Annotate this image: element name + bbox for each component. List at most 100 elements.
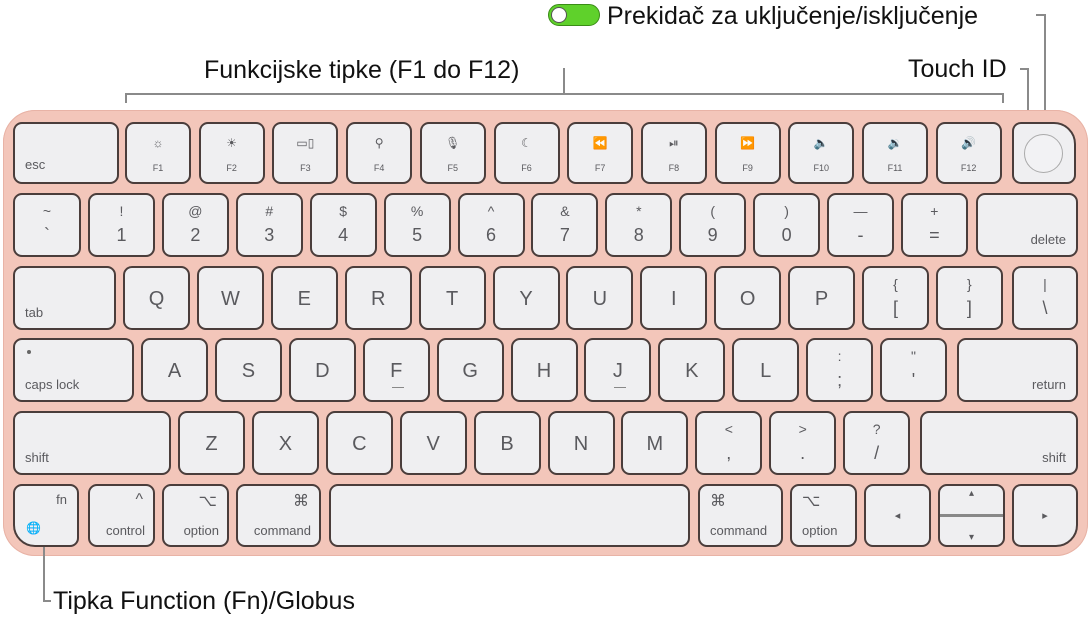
esc-key[interactable]: esc xyxy=(13,122,119,184)
h-key[interactable]: H xyxy=(510,338,578,402)
key-label: K xyxy=(685,360,699,382)
arrow-right-icon: ▸ xyxy=(1042,510,1048,522)
key-label: F8 xyxy=(668,163,680,173)
b-key[interactable]: B xyxy=(473,411,541,475)
--key[interactable]: ~ ` xyxy=(13,193,81,257)
x-key[interactable]: X xyxy=(251,411,319,475)
--key[interactable]: {[ xyxy=(862,266,929,330)
f2-key[interactable]: ☀ F2 xyxy=(198,122,265,184)
--key[interactable]: + = xyxy=(900,193,968,257)
--key[interactable]: " ' xyxy=(880,338,947,402)
p-key[interactable]: P xyxy=(788,266,856,330)
y-key[interactable]: Y xyxy=(492,266,560,330)
key-label: - xyxy=(857,225,864,245)
0-key[interactable]: ) 0 xyxy=(753,193,821,257)
function-icon: 🔈 xyxy=(813,136,829,150)
z-key[interactable]: Z xyxy=(178,411,245,475)
key-label: / xyxy=(874,443,880,463)
d-key[interactable]: D xyxy=(288,338,356,402)
key-label: [ xyxy=(892,298,898,318)
power-switch-icon xyxy=(548,4,600,26)
modifier-icon: ^ xyxy=(135,491,143,508)
key-label: D xyxy=(315,360,330,382)
f7-key[interactable]: ⏪ F7 xyxy=(567,122,634,184)
tab-key[interactable]: tab xyxy=(13,266,116,330)
3-key[interactable]: #3 xyxy=(235,193,303,257)
command-key[interactable]: ⌘ command xyxy=(698,484,783,547)
q-key[interactable]: Q xyxy=(123,266,190,330)
fn-key[interactable]: fn 🌐 xyxy=(13,484,79,547)
f11-key[interactable]: 🔉 F11 xyxy=(862,122,928,184)
2-key[interactable]: @2 xyxy=(161,193,229,257)
f3-key[interactable]: ▭▯ F3 xyxy=(272,122,339,184)
key-key[interactable]: ▸ xyxy=(1012,484,1078,547)
key-label: ; xyxy=(837,370,843,390)
v-key[interactable]: V xyxy=(399,411,467,475)
r-key[interactable]: R xyxy=(344,266,412,330)
4-key[interactable]: $4 xyxy=(309,193,377,257)
f8-key[interactable]: ⏯ F8 xyxy=(640,122,707,184)
key-shift-label: ? xyxy=(872,421,881,437)
key-label: fn xyxy=(56,492,67,507)
command-key[interactable]: ⌘ command xyxy=(236,484,321,547)
--key[interactable]: ? / xyxy=(843,411,911,475)
a-key[interactable]: A xyxy=(141,338,208,402)
5-key[interactable]: % 5 xyxy=(383,193,451,257)
bracket-center-tick xyxy=(563,68,565,94)
bracket-right-tick xyxy=(1002,93,1004,103)
key-label: F5 xyxy=(447,163,459,173)
f4-key[interactable]: ⚲ F4 xyxy=(346,122,413,184)
shift-key[interactable]: shift xyxy=(13,411,171,475)
e-key[interactable]: E xyxy=(270,266,338,330)
--key[interactable]: }] xyxy=(935,266,1003,330)
f5-key[interactable]: 🎙 F5 xyxy=(419,122,486,184)
--key[interactable]: :; xyxy=(806,338,874,402)
f-key[interactable]: F xyxy=(362,338,430,402)
control-key[interactable]: ^ control xyxy=(88,484,155,547)
g-key[interactable]: G xyxy=(436,338,504,402)
f10-key[interactable]: 🔈 F10 xyxy=(788,122,855,184)
1-key[interactable]: ! 1 xyxy=(88,193,155,257)
--key[interactable]: <, xyxy=(695,411,763,475)
delete-key[interactable]: delete xyxy=(976,193,1078,257)
c-key[interactable]: C xyxy=(325,411,393,475)
key-label: option xyxy=(802,523,838,538)
--key[interactable]: | \ xyxy=(1012,266,1078,330)
f1-key[interactable]: ☼ F1 xyxy=(125,122,191,184)
caps-lock-indicator xyxy=(27,350,31,354)
touch-id-key[interactable] xyxy=(1012,122,1076,184)
key-key[interactable]: ◂ xyxy=(864,484,931,547)
space-key[interactable] xyxy=(329,484,690,547)
l-key[interactable]: L xyxy=(732,338,800,402)
caps-lock-key[interactable]: caps lock xyxy=(13,338,134,402)
--key[interactable]: >. xyxy=(769,411,837,475)
9-key[interactable]: (9 xyxy=(679,193,747,257)
7-key[interactable]: & 7 xyxy=(531,193,599,257)
key-key[interactable]: ▴ ▾ xyxy=(938,484,1005,547)
u-key[interactable]: U xyxy=(566,266,634,330)
f12-key[interactable]: 🔊 F12 xyxy=(935,122,1002,184)
m-key[interactable]: M xyxy=(621,411,689,475)
t-key[interactable]: T xyxy=(418,266,486,330)
j-key[interactable]: J xyxy=(584,338,652,402)
option-key[interactable]: ⌥ option xyxy=(162,484,229,547)
option-key[interactable]: ⌥ option xyxy=(790,484,857,547)
i-key[interactable]: I xyxy=(640,266,708,330)
arrow-left-icon: ◂ xyxy=(894,510,901,522)
k-key[interactable]: K xyxy=(658,338,726,402)
--key[interactable]: — - xyxy=(827,193,894,257)
shift-key[interactable]: shift xyxy=(920,411,1078,475)
key-label: \ xyxy=(1042,298,1048,318)
n-key[interactable]: N xyxy=(547,411,615,475)
key-label: F10 xyxy=(813,163,830,173)
key-shift-label: $ xyxy=(339,203,348,219)
w-key[interactable]: W xyxy=(196,266,264,330)
leader-power-switch xyxy=(1044,14,1046,112)
return-key[interactable]: return xyxy=(957,338,1078,402)
f9-key[interactable]: ⏩ F9 xyxy=(714,122,781,184)
6-key[interactable]: ^ 6 xyxy=(457,193,525,257)
8-key[interactable]: * 8 xyxy=(605,193,673,257)
f6-key[interactable]: ☾ F6 xyxy=(493,122,560,184)
s-key[interactable]: S xyxy=(214,338,282,402)
o-key[interactable]: O xyxy=(714,266,782,330)
